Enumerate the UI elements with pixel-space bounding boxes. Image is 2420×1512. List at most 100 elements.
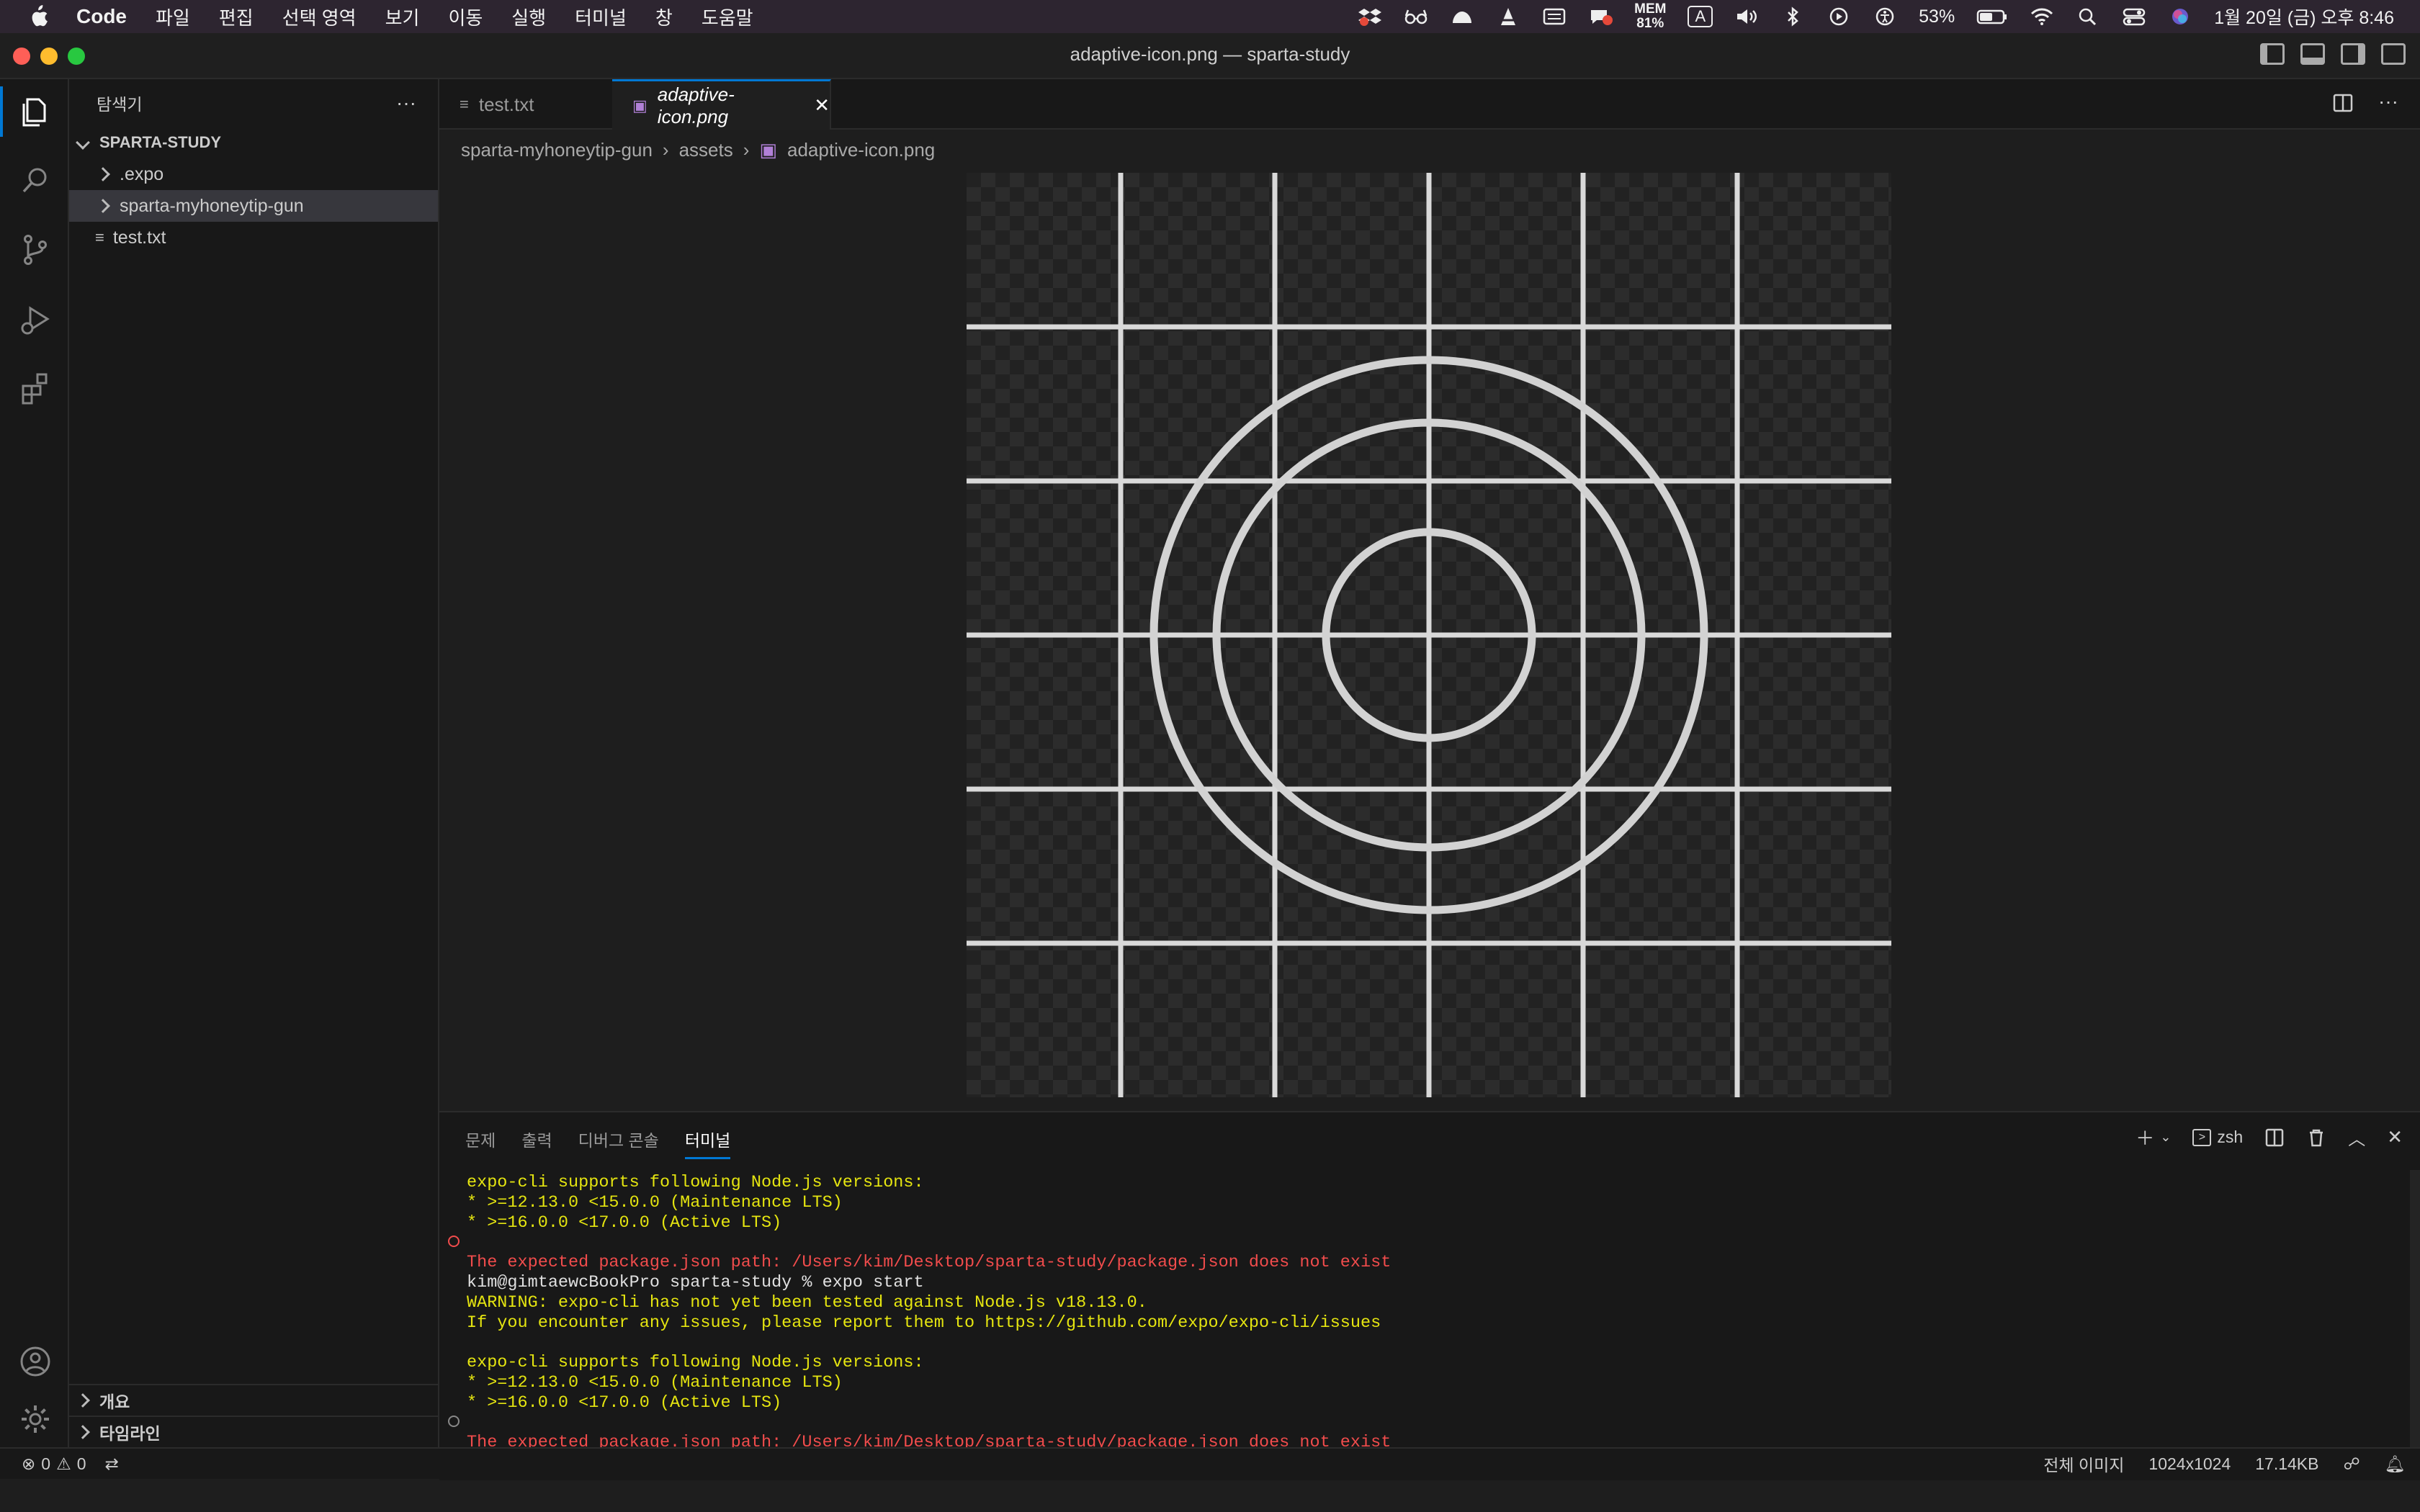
problems-indicator[interactable]: ⊗ 0 ⚠ 0 bbox=[22, 1454, 86, 1474]
tab-test-txt[interactable]: ≡ test.txt bbox=[439, 79, 612, 130]
tree-item-expo[interactable]: .expo bbox=[69, 158, 438, 190]
split-terminal-icon[interactable] bbox=[2264, 1128, 2285, 1148]
window-title: adaptive-icon.png — sparta-study bbox=[1070, 43, 1350, 65]
menu-go[interactable]: 이동 bbox=[448, 4, 483, 30]
run-debug-icon[interactable] bbox=[17, 301, 53, 337]
search-icon[interactable] bbox=[17, 163, 53, 199]
breadcrumb-separator-icon: › bbox=[662, 138, 669, 161]
status-right: 전체 이미지 1024x1024 17.14KB ☍ 🔔︎ bbox=[2043, 1452, 2406, 1476]
menu-terminal[interactable]: 터미널 bbox=[575, 4, 627, 30]
control-center-icon[interactable] bbox=[2122, 6, 2146, 27]
terminal-output[interactable]: expo-cli supports following Node.js vers… bbox=[467, 1173, 1391, 1473]
menu-file[interactable]: 파일 bbox=[156, 4, 190, 30]
terminal-line: * >=16.0.0 <17.0.0 (Active LTS) bbox=[467, 1392, 782, 1413]
apple-icon[interactable] bbox=[27, 4, 49, 29]
text-file-icon: ≡ bbox=[95, 228, 104, 246]
menu-help[interactable]: 도움말 bbox=[702, 4, 753, 30]
breadcrumb-file[interactable]: adaptive-icon.png bbox=[787, 139, 935, 161]
live-share-icon[interactable]: ⇄ bbox=[105, 1454, 119, 1474]
text-file-icon: ≡ bbox=[460, 95, 469, 113]
siri-icon[interactable] bbox=[2168, 6, 2192, 27]
terminal-line: * >=16.0.0 <17.0.0 (Active LTS) bbox=[467, 1212, 782, 1233]
bluetooth-icon[interactable] bbox=[1780, 6, 1805, 27]
outline-section[interactable]: 개요 bbox=[69, 1384, 439, 1416]
accessibility-icon[interactable] bbox=[1873, 6, 1897, 27]
close-tab-icon[interactable]: ✕ bbox=[814, 94, 830, 117]
new-terminal-icon[interactable]: ＋ bbox=[2136, 1124, 2154, 1151]
tree-item-sparta-myhoneytip-gun[interactable]: sparta-myhoneytip-gun bbox=[69, 190, 438, 222]
activity-bar bbox=[0, 79, 69, 1447]
tab-debug-console[interactable]: 디버그 콘솔 bbox=[578, 1127, 659, 1159]
manage-gear-icon[interactable] bbox=[17, 1401, 53, 1437]
adaptive-icon-image bbox=[967, 173, 1891, 1097]
menu-run[interactable]: 실행 bbox=[511, 4, 546, 30]
bottom-panel: 문제 출력 디버그 콘솔 터미널 ＋ ⌄ > zsh ︿ ✕ expo-cli … bbox=[439, 1111, 2420, 1480]
timeline-section[interactable]: 타임라인 bbox=[69, 1416, 439, 1447]
dropbox-icon[interactable] bbox=[1358, 6, 1382, 27]
tree-item-test-txt[interactable]: ≡ test.txt bbox=[69, 222, 438, 253]
accounts-icon[interactable] bbox=[17, 1344, 53, 1380]
command-pending-marker bbox=[448, 1416, 460, 1427]
split-editor-icon[interactable] bbox=[2332, 92, 2354, 114]
glasses-icon[interactable] bbox=[1404, 6, 1428, 27]
menubar-clock[interactable]: 1월 20일 (금) 오후 8:46 bbox=[2214, 4, 2394, 30]
chat-badge-icon[interactable] bbox=[1588, 6, 1613, 27]
customize-layout-icon[interactable] bbox=[2381, 43, 2406, 65]
notifications-bell-icon[interactable]: 🔔︎ bbox=[2385, 1454, 2406, 1474]
toggle-secondary-sidebar-icon[interactable] bbox=[2341, 43, 2365, 65]
menu-selection[interactable]: 선택 영역 bbox=[282, 4, 357, 30]
tree-item-label: sparta-myhoneytip-gun bbox=[120, 195, 304, 216]
tab-adaptive-icon[interactable]: ▣ adaptive-icon.png ✕ bbox=[612, 79, 831, 130]
terminal-scrollbar[interactable] bbox=[2410, 1170, 2420, 1472]
menu-window[interactable]: 창 bbox=[655, 4, 673, 30]
memory-label: MEM bbox=[1634, 1, 1667, 17]
wifi-icon[interactable] bbox=[2030, 6, 2054, 27]
battery-icon[interactable] bbox=[1976, 6, 2008, 27]
more-actions-button[interactable]: ··· bbox=[396, 91, 416, 114]
timeline-label: 타임라인 bbox=[99, 1424, 161, 1443]
image-zoom-mode[interactable]: 전체 이미지 bbox=[2043, 1452, 2124, 1476]
toggle-primary-sidebar-icon[interactable] bbox=[2260, 43, 2285, 65]
vscode-window: adaptive-icon.png — sparta-study 탐색기 ···… bbox=[0, 33, 2420, 1512]
tab-problems[interactable]: 문제 bbox=[465, 1127, 496, 1159]
memory-indicator[interactable]: MEM 81% bbox=[1634, 2, 1666, 31]
image-file-icon: ▣ bbox=[759, 138, 777, 161]
explorer-icon[interactable] bbox=[17, 94, 53, 130]
active-indicator bbox=[0, 86, 3, 137]
cloud-app-icon[interactable] bbox=[1450, 6, 1474, 27]
extensions-icon[interactable] bbox=[17, 370, 53, 406]
image-file-icon: ▣ bbox=[632, 96, 647, 114]
breadcrumb-folder[interactable]: assets bbox=[679, 139, 733, 161]
close-panel-icon[interactable]: ✕ bbox=[2387, 1126, 2403, 1148]
play-circle-icon[interactable] bbox=[1827, 6, 1851, 27]
menu-view[interactable]: 보기 bbox=[385, 4, 420, 30]
source-control-icon[interactable] bbox=[17, 232, 53, 268]
tab-output[interactable]: 출력 bbox=[521, 1127, 552, 1159]
toggle-panel-icon[interactable] bbox=[2300, 43, 2325, 65]
warning-count: 0 bbox=[76, 1454, 86, 1473]
breadcrumb-folder[interactable]: sparta-myhoneytip-gun bbox=[461, 139, 653, 161]
trash-icon[interactable] bbox=[2306, 1128, 2326, 1148]
volume-icon[interactable] bbox=[1734, 6, 1759, 27]
panel-tabs: 문제 출력 디버그 콘솔 터미널 bbox=[465, 1127, 731, 1159]
terminal-line: If you encounter any issues, please repo… bbox=[467, 1313, 1381, 1333]
terminal-icon: > bbox=[2192, 1128, 2212, 1146]
editor-more-icon[interactable]: ··· bbox=[2378, 91, 2398, 114]
workspace-root[interactable]: SPARTA-STUDY bbox=[69, 127, 438, 158]
image-dimensions: 1024x1024 bbox=[2148, 1454, 2231, 1473]
maximize-panel-icon[interactable]: ︿ bbox=[2348, 1125, 2365, 1150]
input-source-badge[interactable]: A bbox=[1688, 6, 1713, 27]
spotlight-search-icon[interactable] bbox=[2076, 6, 2100, 27]
chevron-down-icon[interactable]: ⌄ bbox=[2160, 1130, 2171, 1145]
explorer-sidebar: 탐색기 ··· SPARTA-STUDY .expo sparta-myhone… bbox=[69, 79, 439, 1447]
terminal-shell-selector[interactable]: > zsh bbox=[2192, 1128, 2243, 1147]
image-preview[interactable] bbox=[967, 173, 1891, 1097]
keyboard-viewer-icon[interactable] bbox=[1542, 6, 1567, 27]
tab-label: adaptive-icon.png bbox=[657, 83, 735, 127]
vlc-icon[interactable] bbox=[1496, 6, 1520, 27]
tab-terminal[interactable]: 터미널 bbox=[684, 1127, 731, 1159]
feedback-icon[interactable]: ☍ bbox=[2344, 1454, 2360, 1474]
menu-edit[interactable]: 편집 bbox=[219, 4, 254, 30]
memory-value: 81% bbox=[1636, 16, 1664, 31]
app-menu[interactable]: Code bbox=[76, 5, 127, 28]
